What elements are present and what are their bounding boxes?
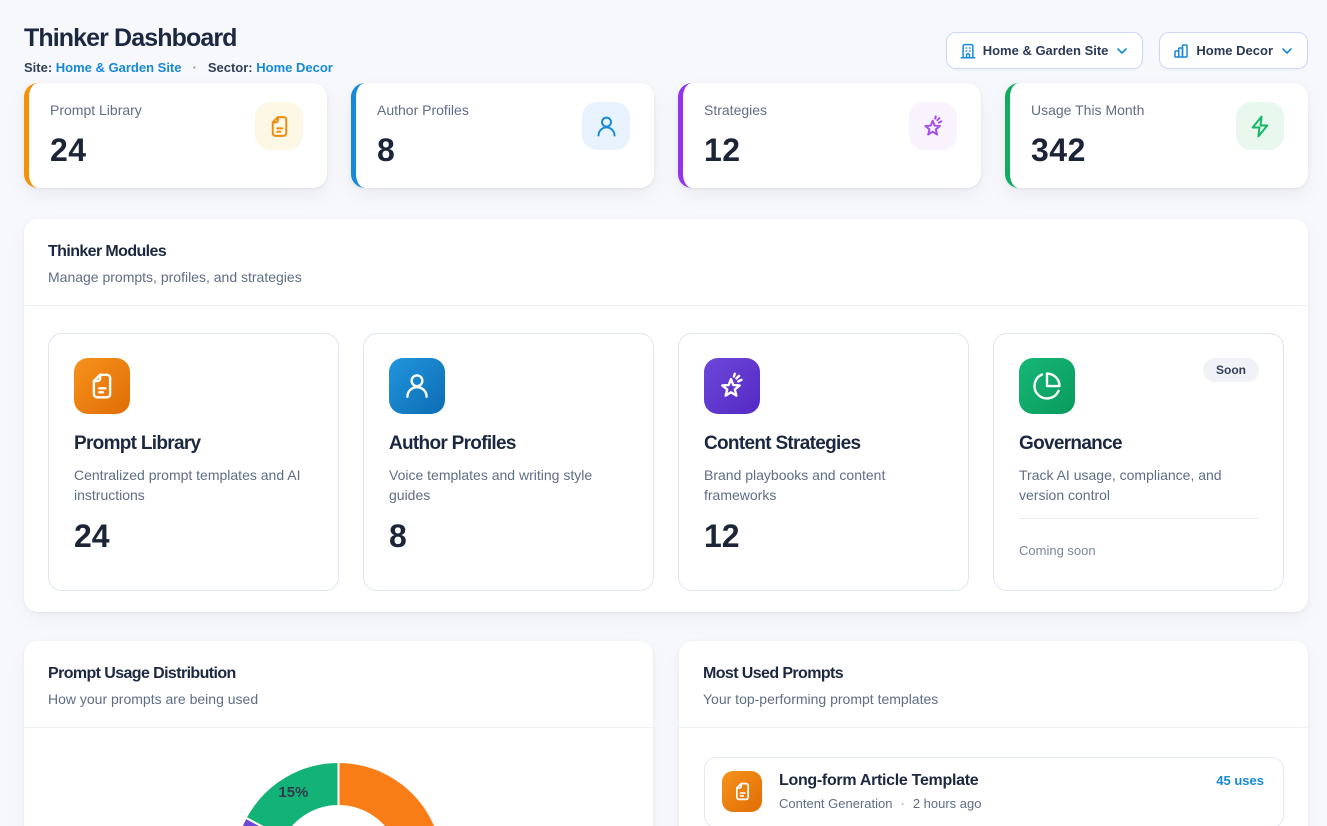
svg-text:15%: 15% bbox=[278, 784, 308, 801]
